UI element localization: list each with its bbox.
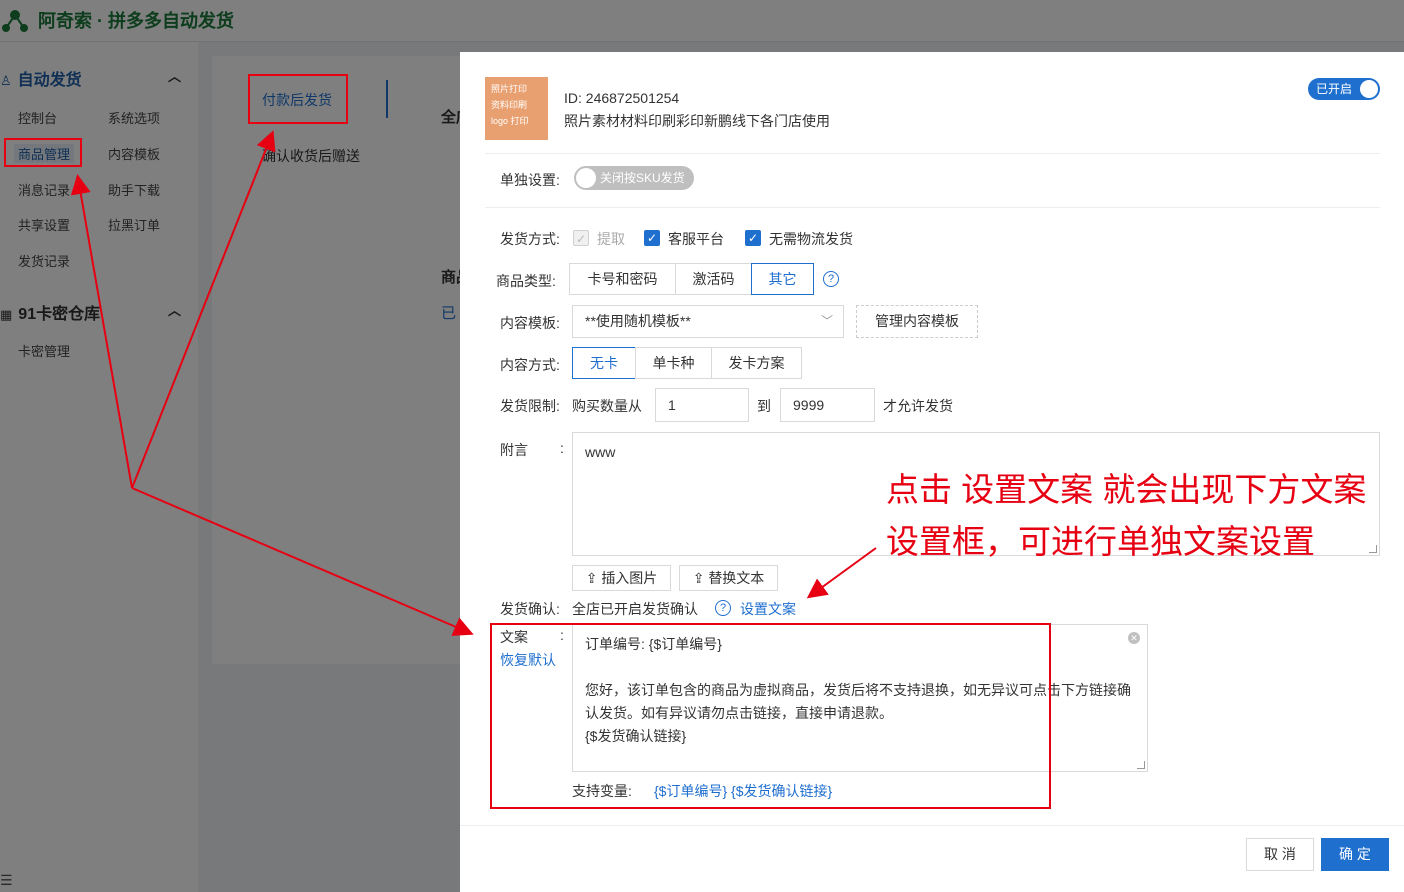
annotation-box-after-payment — [248, 74, 348, 124]
note-colon: : — [560, 440, 564, 456]
single-setting-label: 单独设置: — [500, 172, 560, 188]
product-type-activation-code[interactable]: 激活码 — [675, 263, 752, 295]
note-label: 附言 — [500, 442, 528, 458]
content-template-select[interactable]: **使用随机模板** ﹀ — [572, 305, 844, 338]
divider — [485, 153, 1380, 154]
product-type-other[interactable]: 其它 — [751, 263, 814, 295]
enabled-toggle[interactable]: 已开启 — [1308, 78, 1380, 100]
insert-image-button[interactable]: ⇪ 插入图片 — [572, 565, 671, 591]
product-thumbnail: 照片打印 资料印刷 logo 打印 — [485, 77, 548, 140]
annotation-box-product-management — [4, 138, 82, 167]
help-icon[interactable]: ? — [715, 600, 731, 616]
max-quantity-input[interactable]: 9999 — [780, 388, 875, 422]
delivery-limit-prefix: 购买数量从 — [572, 398, 642, 414]
replace-text-button[interactable]: ⇪ 替换文本 — [679, 565, 778, 591]
toggle-knob — [576, 168, 596, 188]
chevron-down-icon: ﹀ — [820, 314, 833, 328]
checkbox-extract: ✓ — [573, 230, 589, 246]
cancel-button[interactable]: 取 消 — [1246, 838, 1314, 871]
content-method-card-plan[interactable]: 发卡方案 — [711, 347, 802, 379]
sku-delivery-toggle[interactable]: 关闭按SKU发货 — [574, 166, 694, 190]
content-method-label: 内容方式: — [500, 357, 560, 373]
delivery-confirm-label: 发货确认: — [500, 601, 560, 617]
product-id: ID: 246872501254 — [564, 90, 680, 106]
footer-divider — [460, 825, 1404, 826]
annotation-text: 点击 设置文案 就会出现下方文案设置框，可进行单独文案设置 — [886, 471, 1367, 560]
help-icon[interactable]: ? — [823, 271, 839, 287]
confirm-button[interactable]: 确 定 — [1321, 838, 1389, 871]
delivery-confirm-text: 全店已开启发货确认 — [572, 601, 698, 617]
clear-icon[interactable]: ✕ — [1128, 632, 1140, 644]
upload-icon: ⇪ — [692, 570, 705, 586]
toggle-knob — [1360, 80, 1378, 98]
upload-icon: ⇪ — [585, 570, 598, 586]
resize-handle[interactable] — [1137, 761, 1145, 769]
content-method-single-card[interactable]: 单卡种 — [635, 347, 712, 379]
content-method-no-card[interactable]: 无卡 — [572, 347, 636, 379]
manage-template-button[interactable]: 管理内容模板 — [856, 305, 978, 338]
delivery-limit-suffix: 才允许发货 — [883, 398, 953, 414]
checkbox-no-logistics-label: 无需物流发货 — [769, 231, 853, 247]
divider — [485, 207, 1380, 208]
delivery-method-label: 发货方式: — [500, 231, 560, 247]
set-copy-link[interactable]: 设置文案 — [740, 599, 796, 619]
delivery-limit-label: 发货限制: — [500, 398, 560, 414]
product-type-label: 商品类型: — [496, 273, 556, 289]
min-quantity-input[interactable]: 1 — [655, 388, 749, 422]
product-type-card-password[interactable]: 卡号和密码 — [569, 263, 676, 295]
content-template-label: 内容模板: — [500, 315, 560, 331]
checkbox-customer-service-label: 客服平台 — [668, 231, 724, 247]
checkbox-no-logistics[interactable]: ✓ — [745, 230, 761, 246]
product-name: 照片素材材料印刷彩印新鹏线下各门店使用 — [564, 113, 830, 129]
delivery-limit-to: 到 — [757, 398, 771, 414]
checkbox-customer-service[interactable]: ✓ — [644, 230, 660, 246]
checkbox-extract-label: 提取 — [597, 231, 625, 247]
annotation-box-copy-settings — [490, 623, 1051, 809]
